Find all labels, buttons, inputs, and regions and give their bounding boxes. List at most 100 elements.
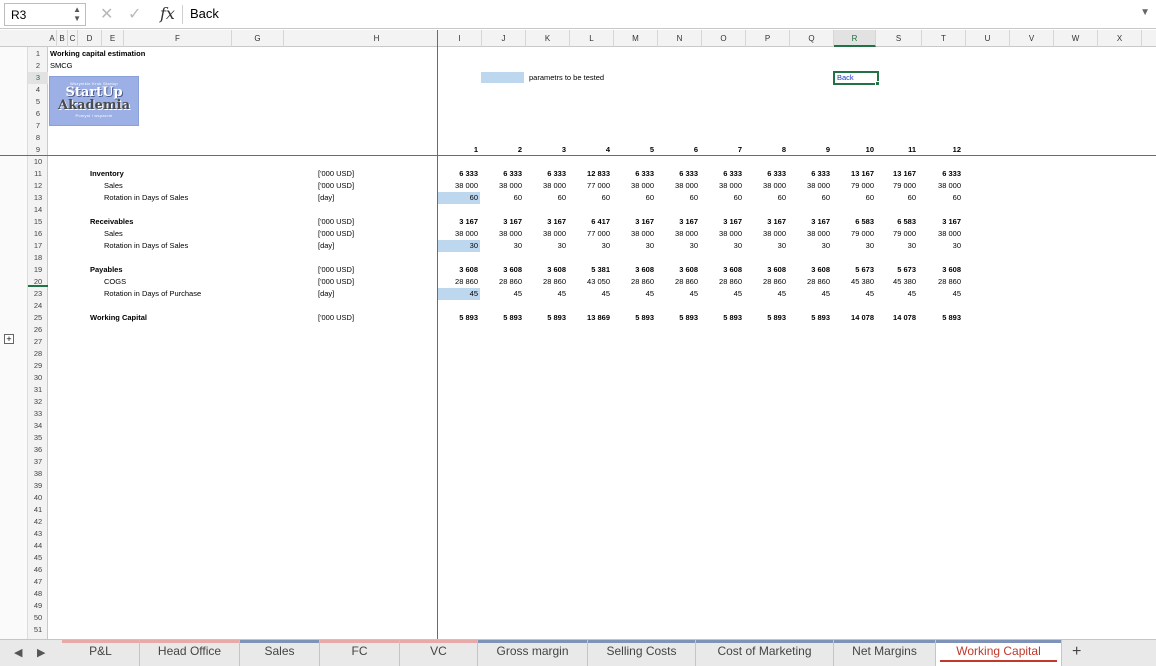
- column-header[interactable]: K: [526, 30, 570, 47]
- tab-net-margins[interactable]: Net Margins: [834, 640, 936, 666]
- add-sheet-icon[interactable]: +: [1072, 643, 1081, 661]
- column-header[interactable]: D: [78, 30, 102, 47]
- column-header[interactable]: C: [68, 30, 78, 47]
- column-header[interactable]: X: [1098, 30, 1142, 47]
- row-header[interactable]: 46: [28, 564, 48, 576]
- row-header[interactable]: 51: [28, 624, 48, 636]
- tab-sales[interactable]: Sales: [240, 640, 320, 666]
- row-header[interactable]: 42: [28, 516, 48, 528]
- column-header[interactable]: P: [746, 30, 790, 47]
- sheet-grid[interactable]: [48, 47, 1156, 639]
- row-header[interactable]: 27: [28, 336, 48, 348]
- column-header[interactable]: A: [48, 30, 57, 47]
- row-header[interactable]: 41: [28, 504, 48, 516]
- tab-head-office[interactable]: Head Office: [140, 640, 240, 666]
- back-link[interactable]: Back: [833, 71, 880, 86]
- tab-gross-margin[interactable]: Gross margin: [478, 640, 588, 666]
- row-header[interactable]: 30: [28, 372, 48, 384]
- row-header[interactable]: 34: [28, 420, 48, 432]
- formula-input[interactable]: Back: [190, 6, 219, 21]
- row-header[interactable]: 14: [28, 204, 48, 216]
- function-icon[interactable]: fx: [160, 4, 175, 23]
- tab-vc[interactable]: VC: [400, 640, 478, 666]
- row-header[interactable]: 45: [28, 552, 48, 564]
- row-header[interactable]: 35: [28, 432, 48, 444]
- column-header[interactable]: N: [658, 30, 702, 47]
- name-box-stepper-icon[interactable]: ▲ ▼: [73, 5, 81, 23]
- column-header[interactable]: U: [966, 30, 1010, 47]
- row-header[interactable]: 11: [28, 168, 48, 180]
- column-header[interactable]: M: [614, 30, 658, 47]
- row-header[interactable]: 36: [28, 444, 48, 456]
- row-header[interactable]: 48: [28, 588, 48, 600]
- row-header[interactable]: 8: [28, 132, 48, 144]
- row-header[interactable]: 19: [28, 264, 48, 276]
- row-header[interactable]: 25: [28, 312, 48, 324]
- row-header[interactable]: 12: [28, 180, 48, 192]
- row-header[interactable]: 43: [28, 528, 48, 540]
- row-header[interactable]: 28: [28, 348, 48, 360]
- row-header[interactable]: 17: [28, 240, 48, 252]
- row-header[interactable]: 18: [28, 252, 48, 264]
- expand-group-icon[interactable]: +: [4, 334, 14, 344]
- row-header[interactable]: 44: [28, 540, 48, 552]
- row-header[interactable]: 5: [28, 96, 48, 108]
- tab-p-l[interactable]: P&L: [62, 640, 140, 666]
- column-header[interactable]: T: [922, 30, 966, 47]
- column-header[interactable]: E: [102, 30, 124, 47]
- tab-fc[interactable]: FC: [320, 640, 400, 666]
- row-header[interactable]: 16: [28, 228, 48, 240]
- row-header[interactable]: 32: [28, 396, 48, 408]
- row-header[interactable]: 2: [28, 60, 48, 72]
- tab-working-capital[interactable]: Working Capital: [936, 640, 1062, 666]
- column-header[interactable]: B: [57, 30, 68, 47]
- fill-handle[interactable]: [875, 81, 880, 86]
- row-header[interactable]: 10: [28, 156, 48, 168]
- column-header[interactable]: H: [316, 30, 438, 47]
- next-sheet-icon[interactable]: ▶: [37, 646, 45, 659]
- row-header[interactable]: 3: [28, 72, 48, 84]
- column-header[interactable]: F: [124, 30, 232, 47]
- row-header[interactable]: 7: [28, 120, 48, 132]
- row-header[interactable]: 40: [28, 492, 48, 504]
- row-header[interactable]: 24: [28, 300, 48, 312]
- column-header[interactable]: V: [1010, 30, 1054, 47]
- column-header[interactable]: Q: [790, 30, 834, 47]
- row-header[interactable]: 37: [28, 456, 48, 468]
- row-header[interactable]: 33: [28, 408, 48, 420]
- value-cell: 30: [733, 241, 742, 250]
- prev-sheet-icon[interactable]: ◀: [14, 646, 22, 659]
- row-header[interactable]: 49: [28, 600, 48, 612]
- cancel-icon[interactable]: ✕: [100, 4, 113, 24]
- row-header[interactable]: 39: [28, 480, 48, 492]
- name-box[interactable]: R3 ▲ ▼: [4, 3, 86, 26]
- column-header[interactable]: J: [482, 30, 526, 47]
- value-cell[interactable]: 60: [438, 192, 480, 204]
- row-header[interactable]: 47: [28, 576, 48, 588]
- row-header[interactable]: 26: [28, 324, 48, 336]
- expand-formula-icon[interactable]: ▼: [1140, 7, 1150, 18]
- confirm-icon[interactable]: ✓: [128, 4, 141, 24]
- row-header[interactable]: 23: [28, 288, 48, 300]
- tab-cost-of-marketing[interactable]: Cost of Marketing: [696, 640, 834, 666]
- value-cell[interactable]: 30: [438, 240, 480, 252]
- column-header[interactable]: I: [438, 30, 482, 47]
- row-header[interactable]: 50: [28, 612, 48, 624]
- row-header[interactable]: 6: [28, 108, 48, 120]
- row-header[interactable]: 4: [28, 84, 48, 96]
- row-header[interactable]: 29: [28, 360, 48, 372]
- row-header[interactable]: 31: [28, 384, 48, 396]
- column-header[interactable]: O: [702, 30, 746, 47]
- column-header[interactable]: R: [834, 30, 876, 47]
- tab-selling-costs[interactable]: Selling Costs: [588, 640, 696, 666]
- column-header[interactable]: S: [876, 30, 922, 47]
- row-header[interactable]: 38: [28, 468, 48, 480]
- column-header[interactable]: W: [1054, 30, 1098, 47]
- column-header[interactable]: L: [570, 30, 614, 47]
- row-header[interactable]: 1: [28, 48, 48, 60]
- row-header[interactable]: 13: [28, 192, 48, 204]
- back-link-text[interactable]: Back: [837, 73, 854, 82]
- value-cell[interactable]: 45: [438, 288, 480, 300]
- row-header[interactable]: 15: [28, 216, 48, 228]
- column-header[interactable]: G: [232, 30, 284, 47]
